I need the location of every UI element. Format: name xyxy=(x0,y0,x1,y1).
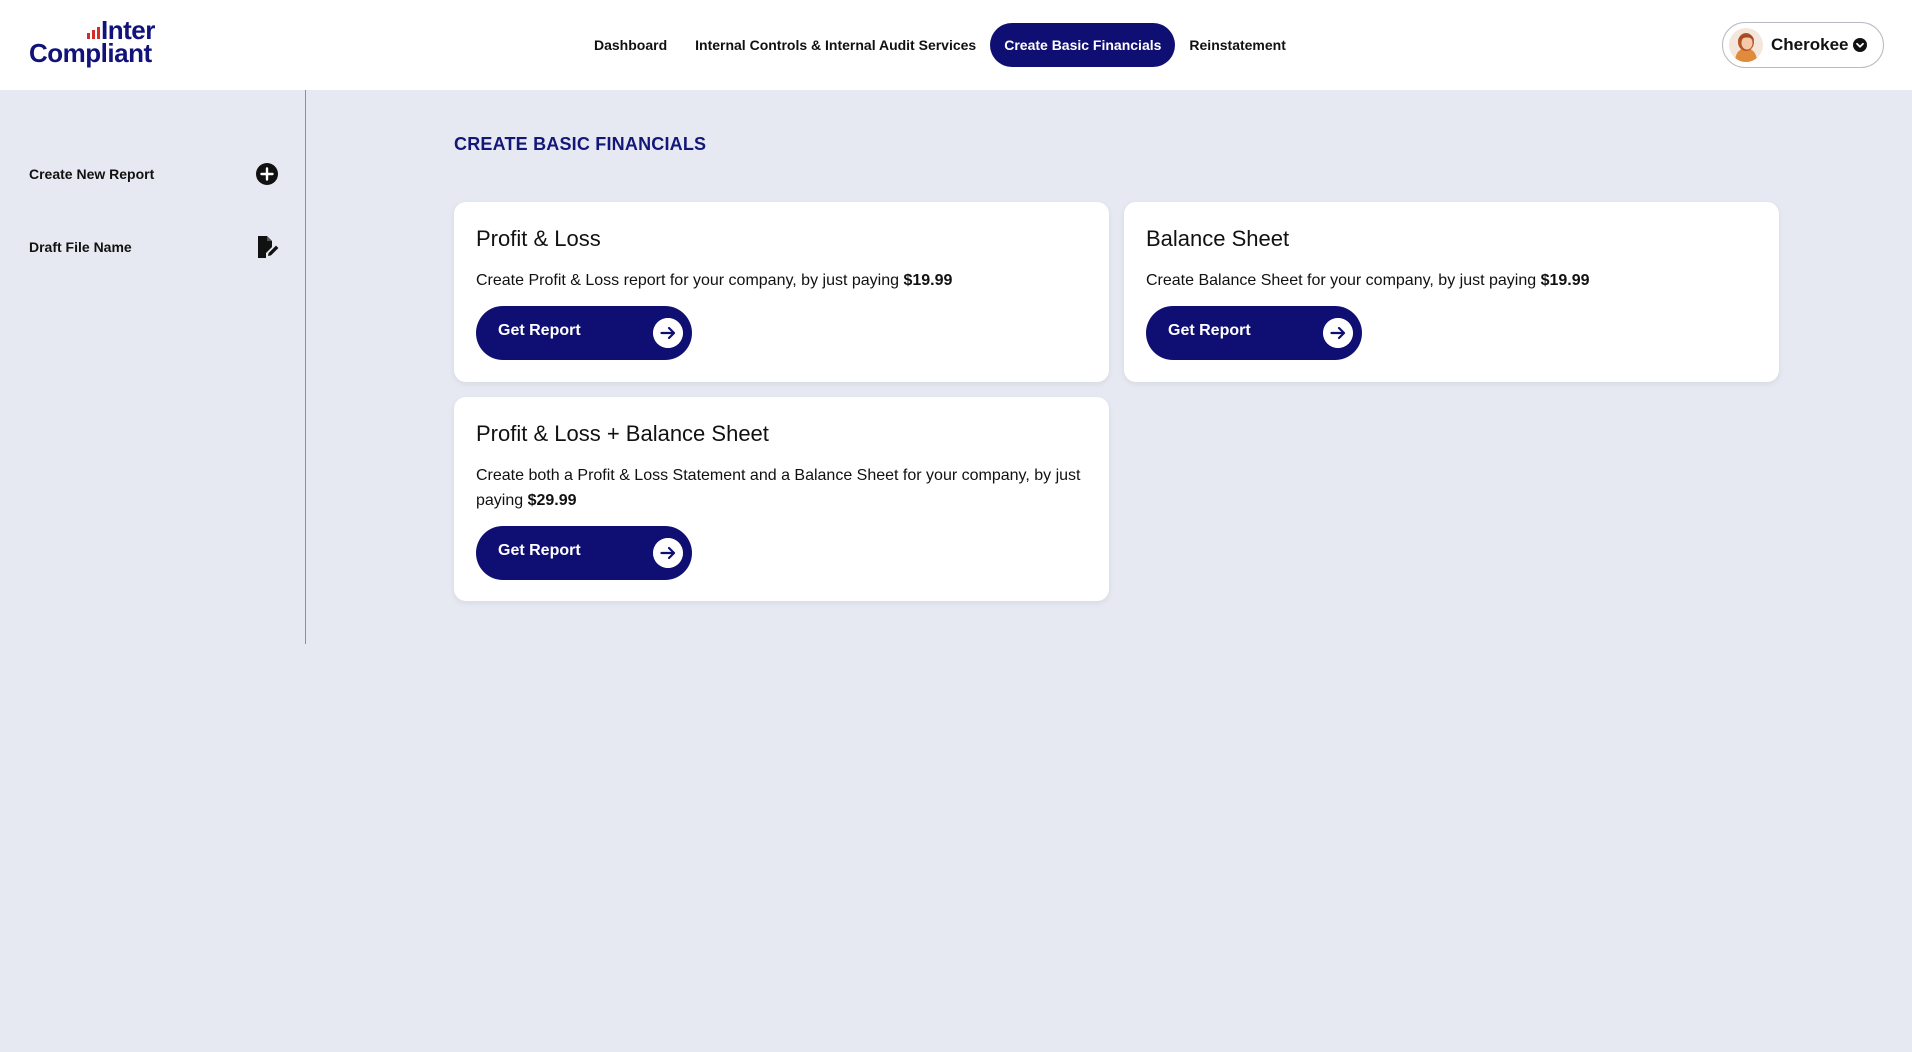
report-card-profit-loss: Profit & Loss Create Profit & Loss repor… xyxy=(454,202,1109,382)
sidebar-item-label: Create New Report xyxy=(29,166,155,182)
get-report-button[interactable]: Get Report xyxy=(1146,306,1362,360)
logo-bars-icon xyxy=(87,27,100,39)
nav-create-basic-financials[interactable]: Create Basic Financials xyxy=(990,23,1176,67)
chevron-down-circle-icon xyxy=(1853,38,1868,52)
report-card-balance-sheet: Balance Sheet Create Balance Sheet for y… xyxy=(1124,202,1779,382)
user-menu-button[interactable]: Cherokee xyxy=(1722,22,1884,68)
report-card-profit-loss-balance-sheet: Profit & Loss + Balance Sheet Create bot… xyxy=(454,397,1109,601)
card-price: $29.99 xyxy=(527,492,577,509)
user-name: Cherokee xyxy=(1771,35,1849,54)
get-report-button[interactable]: Get Report xyxy=(476,526,692,580)
card-description: Create Profit & Loss report for your com… xyxy=(476,268,1086,293)
card-description: Create both a Profit & Loss Statement an… xyxy=(476,463,1086,513)
sidebar-item-draft-file-name[interactable]: Draft File Name xyxy=(29,232,279,262)
page-title: CREATE BASIC FINANCIALS xyxy=(454,134,707,154)
nav-dashboard[interactable]: Dashboard xyxy=(580,23,681,67)
sidebar-item-label: Draft File Name xyxy=(29,239,132,255)
get-report-button[interactable]: Get Report xyxy=(476,306,692,360)
plus-circle-icon xyxy=(256,163,278,185)
sidebar: Create New Report Draft File Name xyxy=(0,90,306,644)
logo-text-bottom: Compliant xyxy=(29,38,152,68)
intercompliant-logo[interactable]: Inter Compliant xyxy=(29,16,157,68)
sidebar-item-create-new-report[interactable]: Create New Report xyxy=(29,159,279,189)
nav-reinstatement[interactable]: Reinstatement xyxy=(1175,23,1299,67)
main-nav: Dashboard Internal Controls & Internal A… xyxy=(580,23,1300,67)
user-avatar-icon xyxy=(1729,28,1763,62)
card-price: $19.99 xyxy=(1540,272,1590,289)
get-report-label: Get Report xyxy=(1168,322,1251,339)
get-report-label: Get Report xyxy=(498,542,581,559)
card-price: $19.99 xyxy=(903,272,953,289)
nav-internal-controls[interactable]: Internal Controls & Internal Audit Servi… xyxy=(681,23,990,67)
card-description: Create Balance Sheet for your company, b… xyxy=(1146,268,1756,293)
card-title: Profit & Loss xyxy=(476,226,601,251)
file-edit-icon xyxy=(258,236,279,258)
card-description-text: Create Profit & Loss report for your com… xyxy=(476,272,904,289)
card-title: Profit & Loss + Balance Sheet xyxy=(476,421,769,446)
arrow-right-icon xyxy=(653,538,683,568)
card-title: Balance Sheet xyxy=(1146,226,1290,251)
get-report-label: Get Report xyxy=(498,322,581,339)
card-description-text: Create Balance Sheet for your company, b… xyxy=(1146,272,1541,289)
arrow-right-icon xyxy=(1323,318,1353,348)
top-header: Inter Compliant Dashboard Internal Contr… xyxy=(0,0,1912,90)
avatar xyxy=(1729,28,1763,62)
arrow-right-icon xyxy=(653,318,683,348)
